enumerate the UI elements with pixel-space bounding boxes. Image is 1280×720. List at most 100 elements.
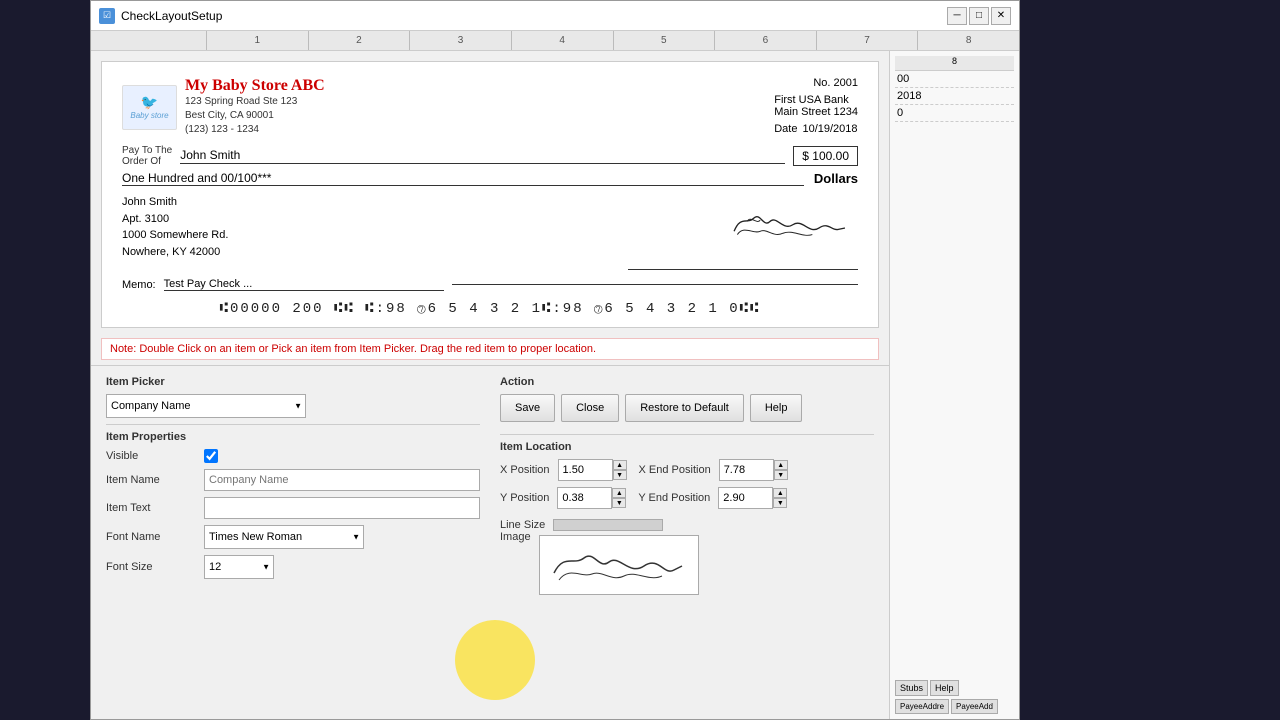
font-name-dropdown-wrapper: Times New Roman Arial Courier New Helvet… xyxy=(204,525,364,549)
signature-area xyxy=(628,194,858,270)
ruler-mark-3: 3 xyxy=(409,31,511,51)
font-size-label: Font Size xyxy=(106,561,196,573)
image-row: Image xyxy=(500,531,874,595)
x-pos-spinner: ▲ ▼ xyxy=(613,460,627,480)
y-location-inputs: Y Position ▲ ▼ Y End Position xyxy=(500,487,874,515)
pay-label: Pay To The Order Of xyxy=(122,145,172,167)
bottom-panel: Item Picker Company Name Bank Name Date … xyxy=(91,365,889,611)
title-bar: ☑ CheckLayoutSetup ─ □ ✕ xyxy=(91,1,1019,31)
x-pos-label: X Position xyxy=(500,464,550,476)
y-pos-row: Y Position ▲ ▼ xyxy=(500,487,626,509)
amount-words: One Hundred and 00/100*** xyxy=(122,171,804,186)
x-pos-down[interactable]: ▼ xyxy=(613,470,627,480)
x-pos-up[interactable]: ▲ xyxy=(613,460,627,470)
item-name-row: Item Name xyxy=(106,469,480,491)
help-side-button[interactable]: Help xyxy=(930,680,959,696)
item-properties-label: Item Properties xyxy=(106,431,480,443)
image-preview xyxy=(539,535,699,595)
save-button[interactable]: Save xyxy=(500,394,555,422)
check-header: 🐦 Baby store My Baby Store ABC 123 Sprin… xyxy=(122,77,858,137)
memo-label: Memo: xyxy=(122,279,156,291)
payee-add-tab[interactable]: PayeeAdd xyxy=(951,699,998,714)
check-preview: 🐦 Baby store My Baby Store ABC 123 Sprin… xyxy=(101,61,879,328)
font-size-dropdown[interactable]: 12 8 10 14 16 18 xyxy=(204,555,274,579)
y-end-input[interactable] xyxy=(718,487,773,509)
font-size-row: Font Size 12 8 10 14 16 18 xyxy=(106,555,480,579)
image-label: Image xyxy=(500,531,531,543)
y-pos-up[interactable]: ▲ xyxy=(612,488,626,498)
ruler-mark-2: 2 xyxy=(308,31,410,51)
company-logo-area: 🐦 Baby store My Baby Store ABC 123 Sprin… xyxy=(122,77,325,137)
side-number-1: 00 xyxy=(895,71,1014,88)
item-picker-dropdown-wrapper: Company Name Bank Name Date Check Number… xyxy=(106,394,306,418)
ruler-mark-1: 1 xyxy=(206,31,308,51)
right-side-panel: 8 00 2018 0 Stubs Help PayeeAddre PayeeA… xyxy=(889,51,1019,719)
side-year: 2018 xyxy=(895,88,1014,105)
visible-row: Visible xyxy=(106,449,480,463)
line-size-label: Line Size xyxy=(500,519,545,531)
bottom-tabs: Stubs Help xyxy=(895,675,1014,696)
payee-address: John Smith Apt. 3100 1000 Somewhere Rd. … xyxy=(122,194,228,270)
item-name-label: Item Name xyxy=(106,474,196,486)
x-end-down[interactable]: ▼ xyxy=(774,470,788,480)
ruler-mark-8: 8 xyxy=(917,31,1019,51)
x-pos-row: X Position ▲ ▼ xyxy=(500,459,627,481)
x-end-input-wrapper: ▲ ▼ xyxy=(719,459,788,481)
check-amount: $ 100.00 xyxy=(793,146,858,166)
company-logo: 🐦 Baby store xyxy=(122,85,177,130)
x-pos-input-wrapper: ▲ ▼ xyxy=(558,459,627,481)
memo-value: Test Pay Check ... xyxy=(164,278,444,291)
y-end-down[interactable]: ▼ xyxy=(773,498,787,508)
maximize-button[interactable]: □ xyxy=(969,7,989,25)
bank-info: First USA Bank Main Street 1234 xyxy=(774,94,858,118)
item-name-input[interactable] xyxy=(204,469,480,491)
stubs-tab[interactable]: Stubs xyxy=(895,680,928,696)
font-name-dropdown[interactable]: Times New Roman Arial Courier New Helvet… xyxy=(204,525,364,549)
ruler: 1 2 3 4 5 6 7 8 xyxy=(91,31,1019,51)
help-button[interactable]: Help xyxy=(750,394,803,422)
y-pos-label: Y Position xyxy=(500,492,549,504)
restore-default-button[interactable]: Restore to Default xyxy=(625,394,744,422)
visible-checkbox[interactable] xyxy=(204,449,218,463)
y-end-row: Y End Position ▲ ▼ xyxy=(638,487,787,509)
check-container: 🐦 Baby store My Baby Store ABC 123 Sprin… xyxy=(91,51,889,719)
item-text-row: Item Text xyxy=(106,497,480,519)
app-icon: ☑ xyxy=(99,8,115,24)
visible-label: Visible xyxy=(106,450,196,462)
check-number: No. 2001 xyxy=(774,77,858,89)
x-end-row: X End Position ▲ ▼ xyxy=(639,459,788,481)
item-text-label: Item Text xyxy=(106,502,196,514)
y-end-label: Y End Position xyxy=(638,492,710,504)
line-size-bar xyxy=(553,519,663,531)
check-date-line: Date 10/19/2018 xyxy=(774,123,858,135)
item-picker-dropdown[interactable]: Company Name Bank Name Date Check Number… xyxy=(106,394,306,418)
y-end-input-wrapper: ▲ ▼ xyxy=(718,487,787,509)
ruler-mark-6: 6 xyxy=(714,31,816,51)
action-label: Action xyxy=(500,376,874,388)
image-preview-svg xyxy=(544,538,694,593)
side-content: 00 2018 0 xyxy=(895,71,1014,675)
y-pos-spinner: ▲ ▼ xyxy=(612,488,626,508)
logo-text: Baby store xyxy=(130,111,168,120)
memo-line: Memo: Test Pay Check ... xyxy=(122,278,858,291)
y-end-up[interactable]: ▲ xyxy=(773,488,787,498)
item-text-input[interactable] xyxy=(204,497,480,519)
y-pos-down[interactable]: ▼ xyxy=(612,498,626,508)
x-end-label: X End Position xyxy=(639,464,711,476)
action-buttons: Save Close Restore to Default Help xyxy=(500,394,874,422)
minimize-button[interactable]: ─ xyxy=(947,7,967,25)
close-button[interactable]: Close xyxy=(561,394,619,422)
x-end-input[interactable] xyxy=(719,459,774,481)
x-pos-input[interactable] xyxy=(558,459,613,481)
close-button[interactable]: ✕ xyxy=(991,7,1011,25)
x-end-up[interactable]: ▲ xyxy=(774,460,788,470)
y-end-spinner: ▲ ▼ xyxy=(773,488,787,508)
payee-tabs: PayeeAddre PayeeAdd xyxy=(895,696,1014,714)
item-location-label: Item Location xyxy=(500,441,874,453)
ruler-mark-5: 5 xyxy=(613,31,715,51)
pay-to-line: Pay To The Order Of John Smith $ 100.00 xyxy=(122,145,858,167)
payee-address-tab[interactable]: PayeeAddre xyxy=(895,699,949,714)
signature-line xyxy=(628,269,858,270)
window-controls: ─ □ ✕ xyxy=(947,7,1011,25)
y-pos-input[interactable] xyxy=(557,487,612,509)
